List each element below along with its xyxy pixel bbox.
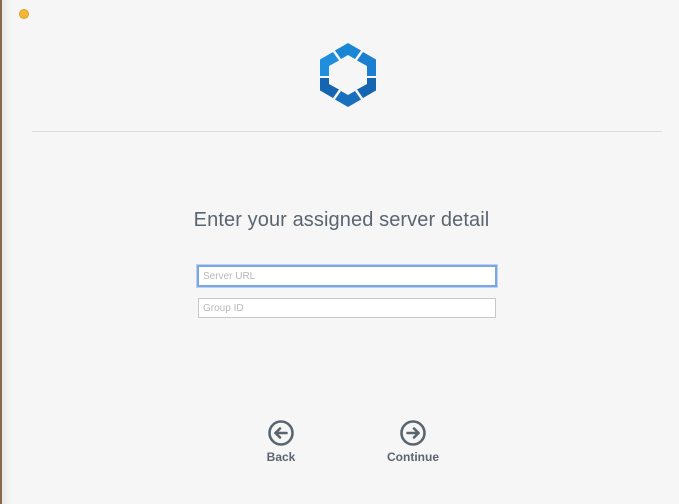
- back-button[interactable]: Back: [263, 419, 299, 464]
- window-minimize-button[interactable]: [19, 9, 29, 19]
- server-url-input[interactable]: [197, 265, 497, 287]
- header-divider: [32, 131, 662, 132]
- page-heading: Enter your assigned server detail: [193, 209, 490, 231]
- continue-button[interactable]: Continue: [383, 419, 443, 464]
- arrow-right-circle-icon: [399, 419, 427, 447]
- hexagon-logo-icon: [317, 42, 379, 108]
- back-label: Back: [266, 450, 296, 464]
- arrow-left-circle-icon: [267, 419, 295, 447]
- app-window: Enter your assigned server detail Back C…: [0, 0, 679, 504]
- continue-label: Continue: [387, 450, 439, 464]
- window-edge: [2, 0, 12, 504]
- group-id-input[interactable]: [198, 298, 496, 318]
